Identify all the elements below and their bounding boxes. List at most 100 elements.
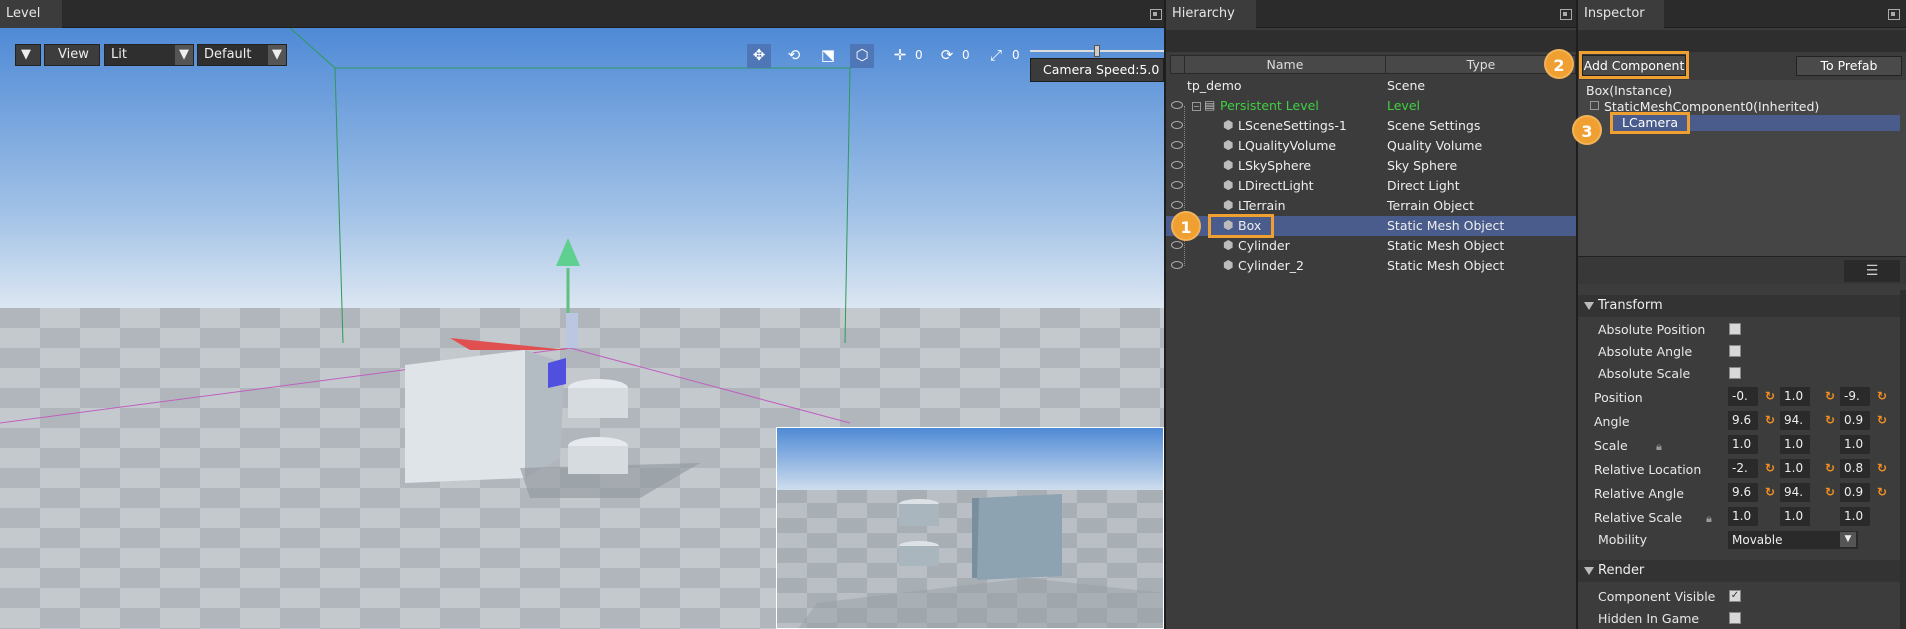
hierarchy-row-terrain[interactable]: ⬢ LTerrain Terrain Object [1166, 196, 1576, 216]
inspector-search[interactable] [1578, 30, 1906, 52]
hierarchy-row-direct-light[interactable]: ⬢ LDirectLight Direct Light [1166, 176, 1576, 196]
transform-section-header[interactable]: Transform [1578, 295, 1906, 317]
scene-viewport[interactable]: ▼ View Lit ▼ Default ▼ ✥ ⟲ ⬔ ⬡ ✛ 0 ⟳ 0 ⤢… [0, 28, 1164, 629]
eye-icon[interactable] [1171, 181, 1183, 189]
cube-icon: ⬢ [1223, 258, 1234, 272]
collapse-icon[interactable]: − [1192, 102, 1201, 111]
position-label: Position [1594, 390, 1643, 405]
reset-icon[interactable]: ↻ [1765, 389, 1775, 403]
lock-icon[interactable]: 🔒︎ [1706, 512, 1712, 526]
hierarchy-row-scene[interactable]: tp_demo Scene [1166, 76, 1576, 96]
mobility-select[interactable]: Movable ▼ [1728, 531, 1858, 549]
step-badge-2: 2 [1544, 49, 1574, 79]
row-name: LSkySphere [1238, 158, 1312, 173]
angle-x-input[interactable]: 9.6 [1728, 411, 1758, 430]
tree-root[interactable]: Box(Instance) [1586, 83, 1672, 98]
slider-handle[interactable] [1094, 45, 1100, 57]
pin-icon[interactable] [1560, 9, 1572, 20]
local-space-icon[interactable]: ⬡ [850, 44, 874, 68]
view-button[interactable]: View [44, 44, 100, 66]
reset-icon[interactable]: ↻ [1877, 413, 1887, 427]
reset-icon[interactable]: ↻ [1877, 461, 1887, 475]
to-prefab-button[interactable]: To Prefab [1796, 56, 1902, 76]
eye-icon[interactable] [1171, 261, 1183, 269]
reset-icon[interactable]: ↻ [1765, 461, 1775, 475]
viewport-menu-button[interactable]: ▼ [15, 44, 41, 66]
inspector-scrollbar[interactable] [1900, 290, 1906, 629]
camera-speed-slider[interactable] [1030, 45, 1164, 57]
angle-z-input[interactable]: 0.9 [1840, 411, 1870, 430]
hierarchy-tab[interactable]: Hierarchy [1166, 0, 1256, 28]
relative-angle-y-input[interactable]: 94. [1780, 483, 1810, 502]
reset-icon[interactable]: ↻ [1825, 461, 1835, 475]
translate-snap-value: 0 [915, 48, 923, 62]
rotate-snap-value: 0 [962, 48, 970, 62]
row-name: LDirectLight [1238, 178, 1314, 193]
hierarchy-row-cylinder-2[interactable]: ⬢ Cylinder_2 Static Mesh Object [1166, 256, 1576, 276]
collapse-icon[interactable] [1590, 101, 1599, 110]
eye-icon[interactable] [1171, 161, 1183, 169]
scale-z-input[interactable]: 1.0 [1840, 435, 1870, 454]
eye-icon[interactable] [1171, 201, 1183, 209]
scale-tool-icon[interactable]: ⬔ [816, 44, 840, 68]
col-name-header[interactable]: Name [1185, 56, 1386, 73]
position-y-input[interactable]: 1.0 [1780, 387, 1810, 406]
relative-scale-z-input[interactable]: 1.0 [1840, 507, 1870, 526]
angle-y-input[interactable]: 94. [1780, 411, 1810, 430]
absolute-angle-checkbox[interactable] [1729, 345, 1741, 357]
row-type: Quality Volume [1387, 138, 1483, 153]
scale-label: Scale [1594, 438, 1628, 453]
absolute-position-checkbox[interactable] [1729, 323, 1741, 335]
layout-select[interactable]: Default ▼ [197, 44, 287, 66]
eye-icon[interactable] [1171, 101, 1183, 109]
scale-snap-icon[interactable]: ⤢ [984, 44, 1008, 68]
relative-scale-x-input[interactable]: 1.0 [1728, 507, 1758, 526]
reset-icon[interactable]: ↻ [1877, 485, 1887, 499]
hidden-in-game-checkbox[interactable] [1729, 612, 1741, 624]
hierarchy-row-cylinder[interactable]: ⬢ Cylinder Static Mesh Object [1166, 236, 1576, 256]
reset-icon[interactable]: ↻ [1765, 485, 1775, 499]
row-type: Static Mesh Object [1387, 238, 1505, 253]
hierarchy-row-sky-sphere[interactable]: ⬢ LSkySphere Sky Sphere [1166, 156, 1576, 176]
reset-icon[interactable]: ↻ [1765, 413, 1775, 427]
reset-icon[interactable]: ↻ [1825, 413, 1835, 427]
relative-angle-x-input[interactable]: 9.6 [1728, 483, 1758, 502]
eye-icon[interactable] [1171, 121, 1183, 129]
translate-tool-icon[interactable]: ✥ [747, 44, 771, 68]
cube-icon: ⬢ [1223, 238, 1234, 252]
eye-icon[interactable] [1171, 141, 1183, 149]
hierarchy-row-scene-settings[interactable]: ⬢ LSceneSettings-1 Scene Settings [1166, 116, 1576, 136]
chevron-down-icon: ▼ [1840, 532, 1856, 547]
relative-angle-z-input[interactable]: 0.9 [1840, 483, 1870, 502]
relative-scale-y-input[interactable]: 1.0 [1780, 507, 1810, 526]
rotate-tool-icon[interactable]: ⟲ [782, 44, 806, 68]
scale-x-input[interactable]: 1.0 [1728, 435, 1758, 454]
lock-icon[interactable]: 🔒︎ [1656, 440, 1662, 454]
list-icon[interactable]: ☰ [1844, 260, 1900, 282]
absolute-scale-checkbox[interactable] [1729, 367, 1741, 379]
hierarchy-row-quality-volume[interactable]: ⬢ LQualityVolume Quality Volume [1166, 136, 1576, 156]
relative-location-x-input[interactable]: -2. [1728, 459, 1758, 478]
hierarchy-row-level[interactable]: − ▤ Persistent Level Level [1166, 96, 1576, 116]
hierarchy-search[interactable] [1166, 30, 1578, 52]
position-z-input[interactable]: -9. [1840, 387, 1870, 406]
pin-icon[interactable] [1150, 9, 1162, 20]
cube-icon: ⬢ [1223, 118, 1234, 132]
shading-select[interactable]: Lit ▼ [104, 44, 194, 66]
level-tab[interactable]: Level [0, 0, 62, 28]
pin-icon[interactable] [1888, 9, 1900, 20]
rotate-snap-icon[interactable]: ⟳ [935, 44, 959, 68]
translate-snap-icon[interactable]: ✛ [888, 44, 912, 68]
chevron-down-icon: ▼ [268, 45, 286, 65]
eye-icon[interactable] [1171, 241, 1183, 249]
reset-icon[interactable]: ↻ [1825, 389, 1835, 403]
inspector-tab[interactable]: Inspector [1578, 0, 1664, 28]
render-section-header[interactable]: Render [1578, 560, 1906, 582]
relative-location-y-input[interactable]: 1.0 [1780, 459, 1810, 478]
relative-location-z-input[interactable]: 0.8 [1840, 459, 1870, 478]
reset-icon[interactable]: ↻ [1877, 389, 1887, 403]
component-visible-checkbox[interactable]: ✓ [1729, 590, 1741, 602]
reset-icon[interactable]: ↻ [1825, 485, 1835, 499]
scale-y-input[interactable]: 1.0 [1780, 435, 1810, 454]
position-x-input[interactable]: -0. [1728, 387, 1758, 406]
